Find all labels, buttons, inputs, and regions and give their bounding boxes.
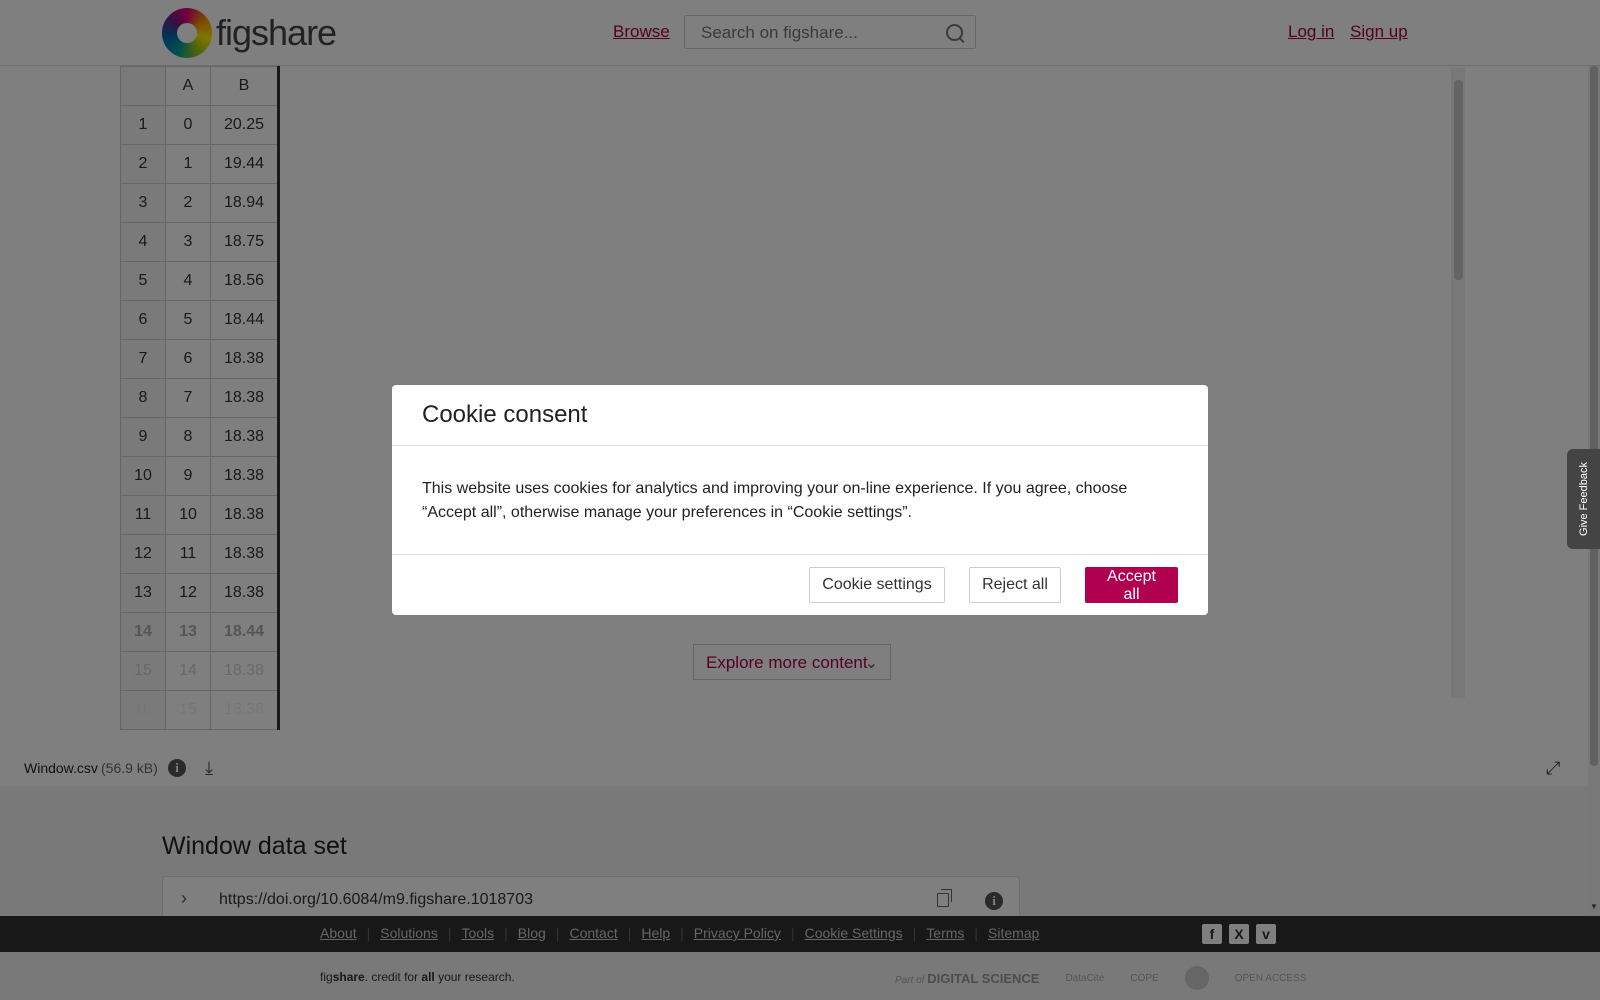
dialog-title: Cookie consent xyxy=(422,401,588,428)
give-feedback-label: Give Feedback xyxy=(1578,462,1590,536)
divider xyxy=(392,554,1208,555)
cookie-consent-dialog: Cookie consent This website uses cookies… xyxy=(392,385,1208,615)
accept-all-button[interactable]: Accept all xyxy=(1085,567,1178,603)
reject-all-button[interactable]: Reject all xyxy=(969,567,1061,603)
cookie-settings-button[interactable]: Cookie settings xyxy=(809,567,945,603)
give-feedback-tab[interactable]: Give Feedback xyxy=(1567,449,1600,549)
divider xyxy=(392,445,1208,446)
dialog-body: This website uses cookies for analytics … xyxy=(422,480,1128,521)
